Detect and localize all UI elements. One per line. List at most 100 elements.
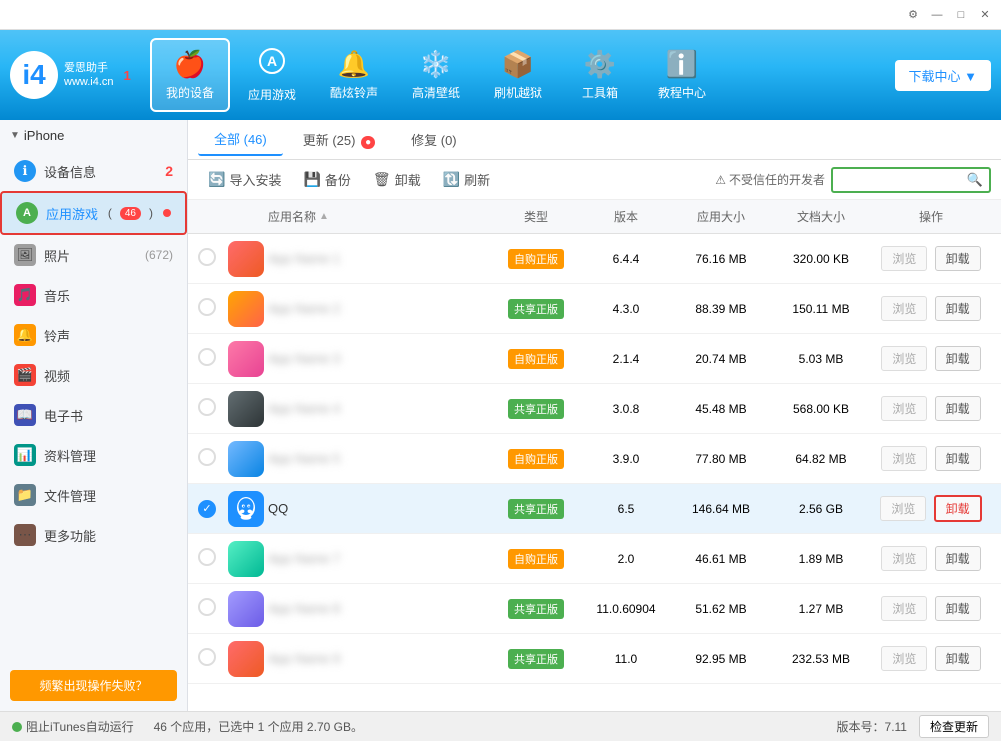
sort-icon: ▲ [319,211,329,222]
table-header: 应用名称 ▲ 类型 版本 应用大小 文档大小 操作 [188,200,1001,234]
col-version-header: 版本 [581,208,671,225]
sidebar-item-ebook[interactable]: 📖 电子书 [0,395,187,435]
row4-checkbox[interactable] [198,398,216,416]
row7-version: 2.0 [618,552,635,566]
row2-browse-button[interactable]: 浏览 [881,296,927,321]
close-icon[interactable]: ✕ [977,7,993,23]
row5-browse-button[interactable]: 浏览 [881,446,927,471]
row4-uninstall-button[interactable]: 卸载 [935,396,981,421]
row8-checkbox[interactable] [198,598,216,616]
nav-tutorial[interactable]: ℹ️ 教程中心 [642,38,722,112]
row1-uninstall-button[interactable]: 卸载 [935,246,981,271]
row6-checkbox[interactable]: ✓ [198,500,216,518]
col-type-header: 类型 [491,208,581,225]
uninstall-toolbar-button[interactable]: 🗑 卸载 [363,166,431,193]
sidebar-item-photos[interactable]: 🖼 照片 (672) [0,235,187,275]
nav-my-device[interactable]: 🍎 我的设备 [150,38,230,112]
row7-browse-button[interactable]: 浏览 [881,546,927,571]
tab-update[interactable]: 更新 (25) ● [287,124,391,155]
row6-browse-button[interactable]: 浏览 [880,496,926,521]
col-name-header[interactable]: 应用名称 ▲ [268,208,491,225]
tab-repair-label: 修复 (0) [411,133,457,148]
device-info-number: 2 [165,163,173,179]
nav-tools[interactable]: ⚙️ 工具箱 [560,38,640,112]
refresh-label: 刷新 [464,170,490,189]
nav-app-game[interactable]: A 应用游戏 [232,38,312,112]
tab-all[interactable]: 全部 (46) [198,123,283,156]
row8-uninstall-button[interactable]: 卸载 [935,596,981,621]
nav-ringtone[interactable]: 🔔 酷炫铃声 [314,38,394,112]
nav-jailbreak[interactable]: 📦 刷机越狱 [478,38,558,112]
refresh-button[interactable]: 🔃 刷新 [433,166,500,193]
refresh-icon: 🔃 [443,171,460,188]
sidebar-item-device-info[interactable]: ℹ 设备信息 2 [0,151,187,191]
import-install-button[interactable]: 🔄 导入安装 [198,166,291,193]
sidebar: ▼ iPhone ℹ 设备信息 2 A 应用游戏 ( 46 ) 🖼 [0,120,188,711]
untrusted-developer[interactable]: ⚠ 不受信任的开发者 [715,171,825,188]
row8-type-badge: 共享正版 [508,599,564,619]
row7-checkbox[interactable] [198,548,216,566]
row6-type-badge: 共享正版 [508,499,564,519]
row3-browse-button[interactable]: 浏览 [881,346,927,371]
row2-checkbox[interactable] [198,298,216,316]
row9-app-icon [228,641,264,677]
sidebar-item-apps[interactable]: A 应用游戏 ( 46 ) [0,191,187,235]
row8-browse-button[interactable]: 浏览 [881,596,927,621]
row4-browse-button[interactable]: 浏览 [881,396,927,421]
row1-browse-button[interactable]: 浏览 [881,246,927,271]
device-label[interactable]: ▼ iPhone [10,128,177,143]
nav-wallpaper[interactable]: ❄️ 高清壁纸 [396,38,476,112]
row6-uninstall-button[interactable]: 卸载 [934,495,982,522]
row7-uninstall-button[interactable]: 卸载 [935,546,981,571]
minimize-icon[interactable]: — [929,7,945,23]
row1-type-badge: 自购正版 [508,249,564,269]
row2-app-icon [228,291,264,327]
check-update-button[interactable]: 检查更新 [919,715,989,738]
row8-app-name: App Name 8 [268,601,340,616]
row9-app-name: App Name 9 [268,651,340,666]
logo-number: 1 [124,68,131,83]
backup-button[interactable]: 💾 备份 [293,166,360,193]
row3-checkbox[interactable] [198,348,216,366]
ebook-icon: 📖 [14,404,36,426]
row9-checkbox[interactable] [198,648,216,666]
row4-appsize: 45.48 MB [695,402,746,416]
sidebar-item-ringtone[interactable]: 🔔 铃声 [0,315,187,355]
sidebar-item-more[interactable]: ⋯ 更多功能 [0,515,187,555]
nav-wallpaper-icon: ❄️ [420,49,452,80]
download-center-button[interactable]: 下载中心 ▼ [895,60,991,91]
search-input[interactable] [839,173,967,187]
header: i4 爱思助手 www.i4.cn 1 🍎 我的设备 A 应用游戏 🔔 酷炫铃声… [0,30,1001,120]
nav-app-game-icon: A [258,47,286,82]
row3-appsize: 20.74 MB [695,352,746,366]
sidebar-item-data-mgmt[interactable]: 📊 资料管理 [0,435,187,475]
settings-icon[interactable]: ⚙ [905,7,921,23]
row9-browse-button[interactable]: 浏览 [881,646,927,671]
trouble-button[interactable]: 频繁出现操作失败？ [10,670,177,701]
maximize-icon[interactable]: □ [953,7,969,23]
device-info-label: 设备信息 [44,162,157,181]
row5-uninstall-button[interactable]: 卸载 [935,446,981,471]
row1-checkbox[interactable] [198,248,216,266]
table-row: App Name 5 自购正版 3.9.0 77.80 MB 64.82 MB … [188,434,1001,484]
row8-app-icon [228,591,264,627]
sidebar-item-file-mgmt[interactable]: 📁 文件管理 [0,475,187,515]
row5-checkbox[interactable] [198,448,216,466]
row2-uninstall-button[interactable]: 卸载 [935,296,981,321]
sidebar-item-music[interactable]: 🎵 音乐 [0,275,187,315]
row5-app-name: App Name 5 [268,451,340,466]
row9-uninstall-button[interactable]: 卸载 [935,646,981,671]
row7-docsize: 1.89 MB [799,552,844,566]
sidebar-footer: 频繁出现操作失败？ [0,660,187,711]
col-action-header: 操作 [871,208,991,225]
import-icon: 🔄 [208,171,225,188]
data-mgmt-label: 资料管理 [44,446,173,465]
row7-app-name: App Name 7 [268,551,340,566]
nav-my-device-icon: 🍎 [174,49,206,80]
tab-repair[interactable]: 修复 (0) [395,124,473,155]
row4-docsize: 568.00 KB [793,402,849,416]
tab-all-label: 全部 (46) [214,132,267,147]
sidebar-item-video[interactable]: 🎬 视频 [0,355,187,395]
row5-appsize: 77.80 MB [695,452,746,466]
row3-uninstall-button[interactable]: 卸载 [935,346,981,371]
